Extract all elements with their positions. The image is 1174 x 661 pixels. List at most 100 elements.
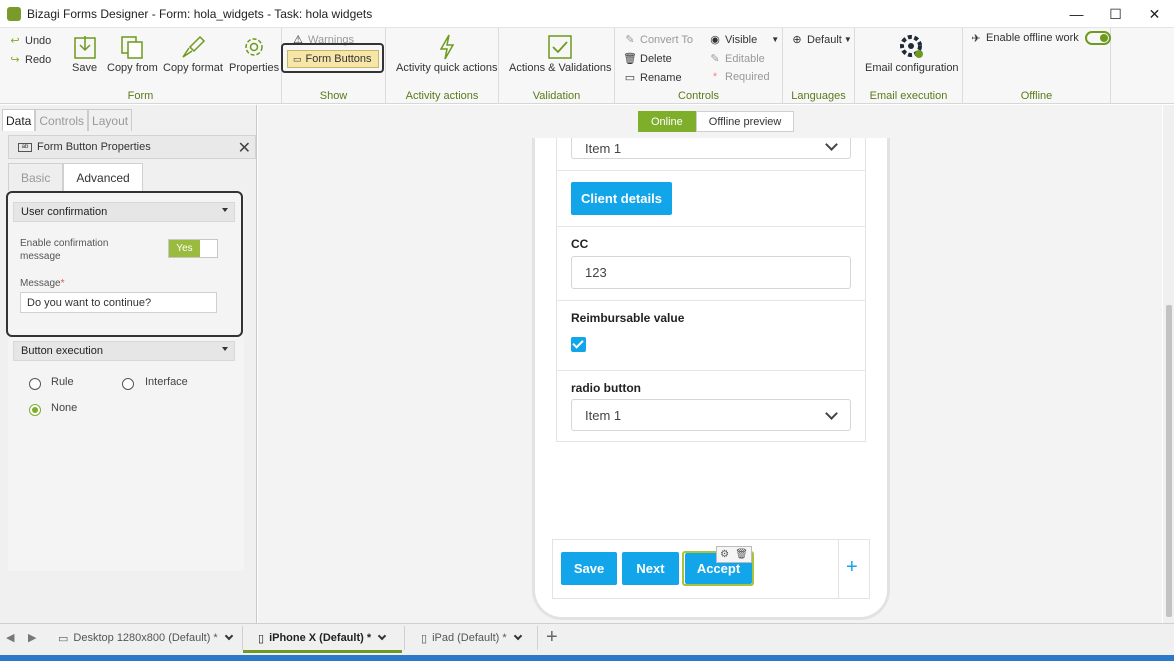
globe-icon: ⊕ [792,34,802,46]
chevron-down-icon [825,138,838,151]
close-icon[interactable]: ✕ [238,138,251,158]
add-device-tab-button[interactable]: + [546,626,558,648]
activity-quick-actions-button[interactable]: Activity quick actions [396,32,497,74]
radio-button-label: radio button [571,381,641,395]
ribbon-group-validation: Actions & Validations Validation [499,28,615,104]
settings-icon[interactable]: ⚙ [720,549,729,560]
next-form-button[interactable]: Next [622,552,679,585]
language-default-dropdown[interactable]: ⊕ Default ▼ [790,33,851,47]
radio-none-label: None [51,402,78,414]
group-label-languages: Languages [791,90,846,102]
status-strip [0,655,1174,661]
group-label-show: Show [319,90,348,102]
enable-offline-toggle[interactable]: ✈ Enable offline work [969,31,1111,45]
tab-controls[interactable]: Controls [35,109,89,131]
button-mini-toolbar: ⚙ 🗑 [716,546,752,563]
editable-icon: ✎ [710,53,720,65]
device-tab-desktop[interactable]: ▭ Desktop 1280x800 (Default) * [58,624,233,652]
device-tab-iphone[interactable]: ▯ iPhone X (Default) * [258,624,387,652]
eye-icon: ◉ [710,34,720,46]
top-item-select[interactable]: Item 1 [571,138,851,159]
radio-none[interactable] [29,404,41,416]
ribbon-group-email: Email configuration Email execution [855,28,963,104]
properties-header: ab Form Button Properties ✕ [8,135,256,159]
offline-preview-button[interactable]: Offline preview [695,111,795,132]
redo-icon: ↪ [10,54,20,66]
client-details-button[interactable]: Client details [571,182,672,215]
tabs-next-icon[interactable]: ▶ [28,631,36,644]
group-label-form: Form [127,90,154,102]
trash-icon[interactable]: 🗑 [735,549,748,560]
convert-icon: ✎ [625,34,635,46]
ribbon-group-form: ↩ Undo ↪ Redo Save Copy from Copy format [0,28,282,104]
message-label: Message* [20,278,65,289]
paintbrush-icon [180,32,206,62]
radio-rule[interactable] [29,378,41,390]
ribbon-group-activity: Activity quick actions Activity actions [386,28,499,104]
enable-confirmation-toggle[interactable]: Yes [168,239,218,258]
visible-button[interactable]: ◉ Visible ▼ [708,33,779,47]
button-execution-header[interactable]: Button execution [13,341,235,361]
tab-data[interactable]: Data [2,109,36,131]
chevron-down-icon [377,631,387,641]
caret-down-icon [222,208,228,212]
window-controls: — ☐ ✕ [1057,0,1174,28]
asterisk-icon: * [712,71,718,83]
rename-button[interactable]: ▭ Rename [623,71,682,85]
form-buttons-icon: ▭ [293,53,302,64]
convert-to-button[interactable]: ✎ Convert To [623,33,693,47]
add-form-button[interactable]: + [846,557,858,577]
row-separator [556,300,866,301]
required-button[interactable]: * Required [708,71,770,83]
undo-button[interactable]: ↩ Undo [8,34,51,48]
tab-separator [404,626,405,650]
title-bar: Bizagi Forms Designer - Form: hola_widge… [0,0,1174,28]
chevron-down-icon [825,407,838,420]
close-window-button[interactable]: ✕ [1135,0,1174,28]
message-input[interactable]: Do you want to continue? [20,292,217,313]
tab-layout[interactable]: Layout [88,109,133,131]
radio-button-select[interactable]: Item 1 [571,399,851,431]
scrollbar-thumb[interactable] [1166,305,1172,617]
online-view-button[interactable]: Online [638,111,696,132]
cc-input[interactable]: 123 [571,256,851,289]
group-label-offline: Offline [1020,90,1053,102]
button-properties-icon: ab [18,142,32,152]
ribbon-group-languages: ⊕ Default ▼ Languages [783,28,855,104]
group-label-controls: Controls [678,90,719,102]
chevron-down-icon [513,631,522,641]
tab-basic[interactable]: Basic [8,163,64,191]
trash-icon: 🗑 [623,53,637,65]
chevron-down-icon [224,631,233,641]
gear-icon [241,32,267,62]
actions-validations-button[interactable]: Actions & Validations [509,32,612,74]
properties-sub-tabs: Basic Advanced [8,161,143,191]
bizagi-logo-icon [7,6,21,21]
lightning-icon [437,32,457,62]
redo-button[interactable]: ↪ Redo [8,53,51,67]
save-form-button[interactable]: Save [561,552,617,585]
device-tab-ipad[interactable]: ▯ iPad (Default) * [421,624,522,652]
tabs-prev-icon[interactable]: ◀ [6,631,14,644]
copy-from-button[interactable]: Copy from [107,32,158,74]
editable-button[interactable]: ✎ Editable [708,52,764,66]
group-label-validation: Validation [532,90,581,102]
tab-advanced[interactable]: Advanced [63,163,143,191]
undo-icon: ↩ [10,35,20,47]
ribbon-group-offline: ✈ Enable offline work Offline [963,28,1111,104]
form-buttons-button[interactable]: ▭ Form Buttons [287,50,379,68]
email-configuration-button[interactable]: Email configuration [865,32,959,74]
rename-icon: ▭ [624,72,636,84]
delete-control-button[interactable]: 🗑 Delete [623,52,672,66]
offline-toggle-switch[interactable] [1084,31,1111,45]
properties-button[interactable]: Properties [229,32,279,74]
save-ribbon-button[interactable]: Save [72,32,97,74]
user-confirmation-header[interactable]: User confirmation [13,202,235,222]
radio-interface[interactable] [122,378,134,390]
minimize-button[interactable]: — [1057,0,1096,28]
active-tab-indicator [243,650,402,653]
copy-format-button[interactable]: Copy format [163,32,223,74]
reimbursable-checkbox[interactable] [571,337,586,352]
checkbox-check-icon [547,32,573,62]
maximize-button[interactable]: ☐ [1096,0,1135,28]
